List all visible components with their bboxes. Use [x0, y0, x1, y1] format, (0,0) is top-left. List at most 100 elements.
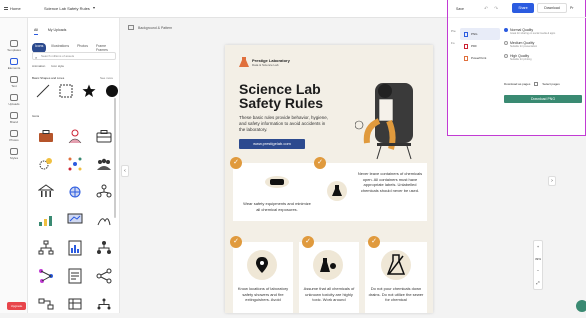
team-structure-icon[interactable]: [94, 238, 114, 258]
filter-icon-style[interactable]: Icon style: [51, 64, 64, 68]
document-title[interactable]: Science Lab Safety Rules: [44, 6, 90, 11]
undo-icon[interactable]: ↶: [484, 6, 488, 12]
upgrade-button[interactable]: Upgrade: [7, 302, 26, 310]
save-button[interactable]: Save: [456, 7, 464, 11]
drain-flask-icon: [387, 254, 405, 275]
format-pdf[interactable]: PDF: [460, 40, 500, 52]
quality-options: Normal Quality Great for sharing on socia…: [504, 28, 582, 67]
quality-medium[interactable]: Medium Quality Suitable for presentation: [504, 41, 582, 48]
tab-my-uploads[interactable]: My Uploads: [48, 28, 66, 35]
print-button[interactable]: Pr: [570, 3, 586, 13]
share-nodes-icon[interactable]: [94, 266, 114, 286]
download-pages-row: Download as pages Select pages: [504, 82, 560, 86]
rule-card-2[interactable]: Never leave containers of chemicals open…: [317, 163, 427, 221]
redo-icon[interactable]: ↷: [494, 6, 498, 12]
section-title-basic-shapes: Basic Shapes and Lines: [32, 76, 65, 80]
square-outline-shape[interactable]: [59, 84, 73, 98]
photo-icon: [10, 130, 18, 137]
check-badge-2: ✓: [314, 157, 326, 169]
check-badge-4: ✓: [302, 236, 314, 248]
rule-card-5[interactable]: Do not pour chemicals down drains. Do no…: [365, 242, 427, 313]
quality-normal[interactable]: Normal Quality Great for sharing on socia…: [504, 28, 582, 35]
hands-icon[interactable]: [94, 210, 114, 230]
check-badge-3: ✓: [230, 236, 242, 248]
line-shape[interactable]: [36, 84, 50, 98]
hierarchy-icon[interactable]: [36, 238, 56, 258]
rail-item-templates[interactable]: Templates: [0, 40, 28, 52]
radio-selected-icon: [504, 28, 508, 32]
scientist-illustration: [355, 83, 413, 160]
rule-card-3[interactable]: Know locations of laboratory safety show…: [233, 242, 293, 313]
circle-shape[interactable]: [105, 84, 119, 98]
help-button[interactable]: [576, 300, 586, 312]
collapse-panel-button[interactable]: ‹: [121, 165, 129, 177]
rail-item-text[interactable]: Text: [0, 76, 28, 88]
poster-canvas[interactable]: Prestige Laboratory Data & Science Lab S…: [225, 45, 433, 313]
download-panel: Save ↶ ↷ Share Download Pr Pre Fo PNG PD…: [447, 0, 586, 136]
org-tree-icon[interactable]: [94, 294, 114, 314]
poster-logo: Prestige Laboratory Data & Science Lab: [239, 57, 290, 67]
checkbox[interactable]: [534, 82, 539, 86]
filter-animation[interactable]: Animation: [32, 64, 45, 68]
format-powerpoint[interactable]: PowerPoint: [460, 52, 500, 64]
briefcase-icon[interactable]: [36, 126, 56, 146]
rail-item-styles[interactable]: Styles: [0, 148, 28, 160]
person-team-icon[interactable]: [65, 126, 85, 146]
bank-icon[interactable]: [36, 182, 56, 202]
rail-item-uploads[interactable]: Uploads: [0, 94, 28, 106]
panel-scrollbar[interactable]: [114, 98, 116, 218]
search-input[interactable]: ⌕ Search millions of assets: [32, 52, 116, 60]
presentation-icon[interactable]: [65, 210, 85, 230]
quality-high[interactable]: High Quality Suitable for printing: [504, 54, 582, 61]
select-pages[interactable]: Select pages: [542, 82, 559, 86]
connection-icon[interactable]: [36, 266, 56, 286]
rail-item-photos[interactable]: Photos: [0, 130, 28, 142]
zoom-in-button[interactable]: +: [534, 241, 542, 253]
canvas-toolbar[interactable]: Background & Pattern: [128, 25, 172, 30]
rail-item-elements[interactable]: Elements: [0, 58, 28, 70]
logo-name: Prestige Laboratory: [252, 57, 290, 63]
poster-intro: These basic rules provide behavior, hygi…: [239, 115, 329, 132]
section-title-icons: Icons: [32, 114, 40, 118]
zoom-out-button[interactable]: −: [534, 265, 542, 277]
report-icon[interactable]: [65, 266, 85, 286]
image-file-icon: [464, 31, 468, 37]
style-icon: [10, 148, 18, 155]
check-badge-5: ✓: [368, 236, 380, 248]
location-pin-icon: [256, 257, 268, 273]
fit-icon[interactable]: ⤢: [534, 277, 542, 289]
document-chart-icon[interactable]: [65, 238, 85, 258]
download-button[interactable]: Download: [537, 3, 567, 13]
grid-doc-icon[interactable]: [65, 294, 85, 314]
flowchart-icon[interactable]: [36, 294, 56, 314]
rail-item-brand[interactable]: Brand: [0, 112, 28, 124]
star-shape[interactable]: [82, 84, 96, 98]
shapes-icon: [10, 58, 18, 65]
rule-card-1[interactable]: Wear safety equipments and minimize all …: [233, 163, 320, 221]
format-png[interactable]: PNG: [460, 28, 500, 40]
case-outline-icon[interactable]: [94, 126, 114, 146]
group-icon[interactable]: [94, 154, 114, 174]
chevron-down-icon[interactable]: ▾: [93, 5, 95, 10]
format-list: PNG PDF PowerPoint: [460, 28, 500, 64]
search-icon: ⌕: [35, 55, 38, 60]
team-network-icon[interactable]: [65, 154, 85, 174]
network-icon[interactable]: [65, 182, 85, 202]
gears-icon[interactable]: [36, 154, 56, 174]
elements-panel: All My Uploads Icons Illustrations Photo…: [28, 18, 120, 313]
home-label: Home: [10, 6, 21, 11]
growth-chart-icon[interactable]: [36, 210, 56, 230]
icons-grid: [32, 122, 118, 318]
flask-logo-icon: [239, 57, 249, 67]
share-button[interactable]: Share: [512, 3, 534, 13]
download-png-button[interactable]: Download PNG: [504, 95, 582, 103]
text-icon: [10, 76, 18, 83]
org-people-icon[interactable]: [94, 182, 114, 202]
upload-icon: [10, 94, 18, 101]
tab-all[interactable]: All: [34, 28, 38, 35]
expand-right-button[interactable]: ›: [548, 176, 556, 186]
home-button[interactable]: Home: [4, 6, 21, 11]
zoom-level[interactable]: 39%: [534, 253, 542, 265]
rule-card-4[interactable]: Assume that all chemicals of unknown tox…: [299, 242, 359, 313]
see-more-link[interactable]: See more: [100, 76, 113, 80]
